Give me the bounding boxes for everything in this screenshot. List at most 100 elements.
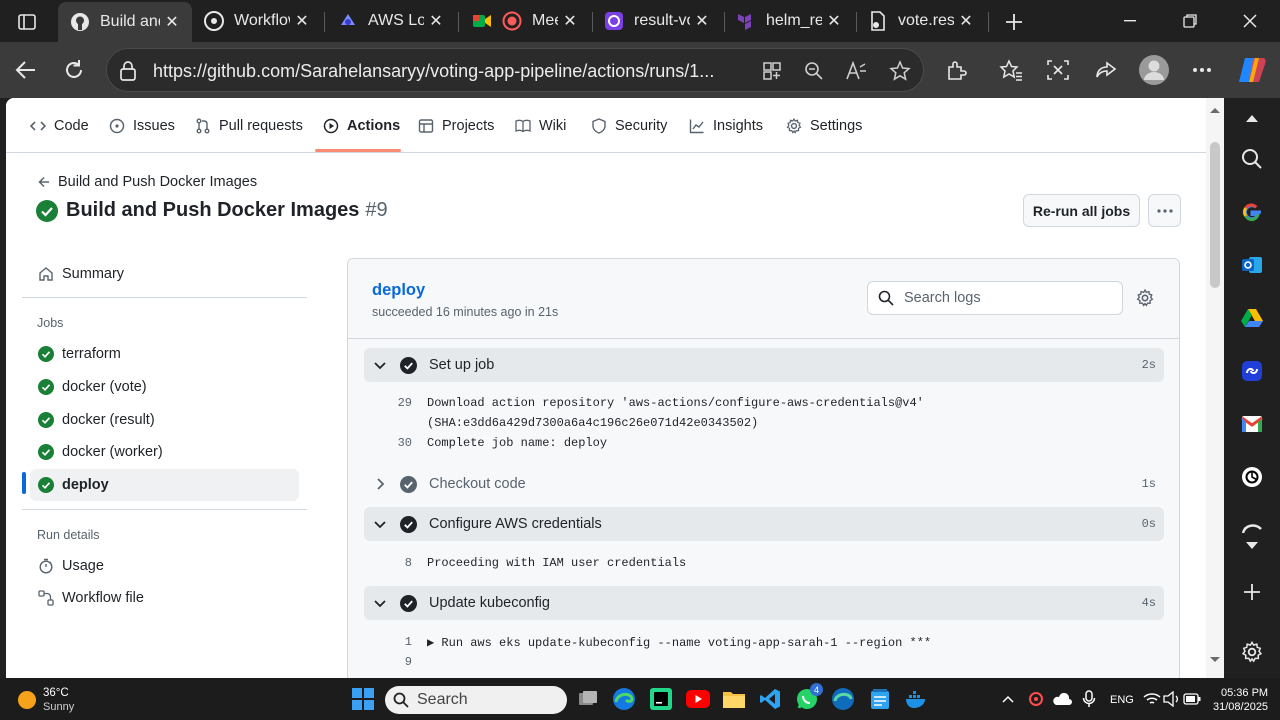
back-to-workflow-link[interactable]: Build and Push Docker Images [38, 174, 257, 190]
pycharm-icon[interactable] [649, 687, 673, 711]
sidebar-job-deploy[interactable]: deploy [30, 469, 299, 501]
refresh-button[interactable] [58, 54, 90, 86]
clock-time[interactable]: 05:36 PM [1221, 687, 1268, 699]
minimize-button[interactable] [1100, 0, 1160, 42]
weather-temperature[interactable]: 36°C [43, 687, 69, 699]
kebab-menu-button[interactable] [1148, 194, 1181, 227]
tab-actions-icon[interactable] [10, 8, 44, 36]
file-explorer-icon[interactable] [722, 687, 746, 711]
zoom-icon[interactable] [803, 60, 825, 82]
nav-security[interactable]: Security [591, 114, 667, 138]
log-line-number[interactable]: 29 [364, 396, 412, 410]
search-icon[interactable] [1240, 147, 1264, 171]
onedrive-icon[interactable] [1050, 687, 1074, 711]
edge-active-icon[interactable] [831, 687, 855, 711]
page-scrollbar[interactable] [1206, 98, 1224, 678]
extensions-icon[interactable] [940, 54, 972, 86]
edge-browser-icon[interactable] [612, 687, 636, 711]
close-icon[interactable]: ✕ [160, 10, 184, 34]
vscode-icon[interactable] [758, 687, 782, 711]
log-step-configure-aws-credentials[interactable]: Configure AWS credentials 0s [364, 507, 1164, 541]
windows-start-icon[interactable] [351, 687, 375, 711]
collapse-up-icon[interactable] [1240, 106, 1264, 130]
task-view-icon[interactable] [576, 687, 600, 711]
copilot-icon[interactable] [1236, 54, 1268, 86]
log-line-number[interactable]: 1 [364, 635, 412, 650]
battery-icon[interactable] [1180, 687, 1204, 711]
read-aloud-icon[interactable] [845, 60, 867, 82]
log-search-input[interactable] [904, 290, 1104, 306]
settings-gear-icon[interactable] [1240, 640, 1264, 664]
log-settings-icon[interactable] [1136, 289, 1156, 309]
weather-description[interactable]: Sunny [43, 701, 74, 713]
restore-button[interactable] [1160, 0, 1220, 42]
split-screen-icon[interactable] [761, 60, 783, 82]
language-indicator[interactable]: ENG [1110, 694, 1134, 706]
chatgpt-icon[interactable] [1240, 465, 1264, 489]
notepad-icon[interactable] [868, 687, 892, 711]
log-line-number[interactable]: 9 [364, 655, 412, 669]
nav-projects[interactable]: Projects [418, 114, 494, 138]
add-icon[interactable] [1240, 580, 1264, 604]
log-search-box[interactable] [867, 281, 1123, 315]
new-tab-button[interactable] [1000, 8, 1028, 36]
scrollbar-thumb[interactable] [1210, 142, 1220, 288]
tab-aws-load-balancer[interactable]: AWS Load Balancer ✕ [326, 0, 456, 42]
sidebar-job-docker-result[interactable]: docker (result) [30, 404, 299, 436]
tray-app-icon[interactable] [1024, 687, 1048, 711]
sidebar-summary[interactable]: Summary [30, 258, 299, 290]
weather-sun-icon[interactable] [18, 691, 36, 709]
nav-insights[interactable]: Insights [689, 114, 763, 138]
job-name-link[interactable]: deploy [372, 281, 425, 300]
nav-settings[interactable]: Settings [786, 114, 862, 138]
address-bar[interactable]: https://github.com/Sarahelansaryy/voting… [106, 48, 924, 92]
log-line-number[interactable]: 30 [364, 436, 412, 450]
sidebar-workflow-file[interactable]: Workflow file [30, 582, 299, 614]
nav-actions[interactable]: Actions [323, 114, 400, 138]
docker-desktop-icon[interactable] [905, 687, 929, 711]
sidebar-job-docker-worker[interactable]: docker (worker) [30, 436, 299, 468]
close-icon[interactable]: ✕ [954, 9, 978, 33]
close-window-button[interactable] [1220, 0, 1280, 42]
back-button[interactable] [10, 54, 42, 86]
nav-issues[interactable]: Issues [109, 114, 175, 138]
youtube-icon[interactable] [686, 687, 710, 711]
nav-wiki[interactable]: Wiki [515, 114, 566, 138]
microphone-icon[interactable] [1077, 687, 1101, 711]
show-hidden-icons-chevron[interactable] [996, 687, 1020, 711]
log-line-number[interactable]: 8 [364, 556, 412, 570]
app-link-icon[interactable] [1240, 359, 1264, 383]
scroll-down-icon[interactable] [1240, 534, 1264, 558]
log-step-checkout-code[interactable]: Checkout code 1s [364, 467, 1164, 501]
outlook-icon[interactable] [1240, 253, 1264, 277]
more-menu-icon[interactable] [1186, 54, 1218, 86]
clock-date[interactable]: 31/08/2025 [1213, 701, 1268, 713]
profile-avatar[interactable] [1138, 54, 1170, 86]
tab-helm-release[interactable]: helm_release ✕ [724, 0, 854, 42]
close-icon[interactable]: ✕ [424, 9, 448, 33]
web-capture-icon[interactable] [1042, 54, 1074, 86]
gmail-icon[interactable] [1240, 412, 1264, 436]
whatsapp-icon[interactable]: 4 [795, 683, 823, 711]
tab-meet[interactable]: Meet ✕ [460, 0, 590, 42]
close-icon[interactable]: ✕ [690, 9, 714, 33]
tab-build-and-push[interactable]: Build and Push Docker Images ✕ [58, 2, 192, 42]
close-icon[interactable]: ✕ [290, 9, 314, 33]
url-text[interactable]: https://github.com/Sarahelansaryy/voting… [153, 61, 753, 82]
nav-pull-requests[interactable]: Pull requests [195, 114, 303, 138]
close-icon[interactable]: ✕ [822, 9, 846, 33]
tab-workflow-runs[interactable]: Workflow runs ✕ [192, 0, 322, 42]
log-step-update-kubeconfig[interactable]: Update kubeconfig 4s [364, 586, 1164, 620]
sidebar-job-docker-vote[interactable]: docker (vote) [30, 371, 299, 403]
nav-code[interactable]: Code [30, 114, 89, 138]
favorites-icon[interactable] [995, 54, 1027, 86]
taskbar-search-box[interactable]: Search [385, 686, 567, 714]
log-step-set-up-job[interactable]: Set up job 2s [364, 348, 1164, 382]
lock-icon[interactable] [119, 61, 137, 81]
log-line-group-toggle[interactable]: 1 ▶ Run aws eks update-kubeconfig --name… [364, 635, 1164, 650]
tab-result-voting[interactable]: result-voting ✕ [592, 0, 722, 42]
favorite-star-icon[interactable] [889, 60, 911, 82]
close-icon[interactable]: ✕ [558, 9, 582, 33]
sidebar-job-terraform[interactable]: terraform [30, 338, 299, 370]
rerun-all-jobs-button[interactable]: Re-run all jobs [1023, 194, 1140, 227]
